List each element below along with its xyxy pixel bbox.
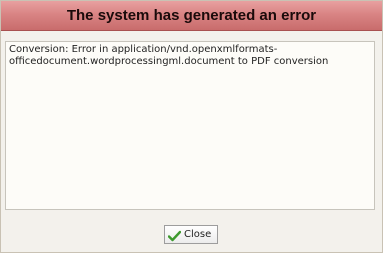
- dialog-title: The system has generated an error: [66, 7, 317, 24]
- error-message-text: Conversion: Error in application/vnd.ope…: [9, 44, 329, 67]
- dialog-titlebar: The system has generated an error: [1, 1, 382, 31]
- error-message-box: Conversion: Error in application/vnd.ope…: [5, 41, 375, 210]
- error-dialog: The system has generated an error Conver…: [0, 0, 383, 253]
- close-button[interactable]: Close: [164, 225, 218, 244]
- check-icon: [167, 229, 182, 241]
- close-button-label: Close: [184, 229, 212, 240]
